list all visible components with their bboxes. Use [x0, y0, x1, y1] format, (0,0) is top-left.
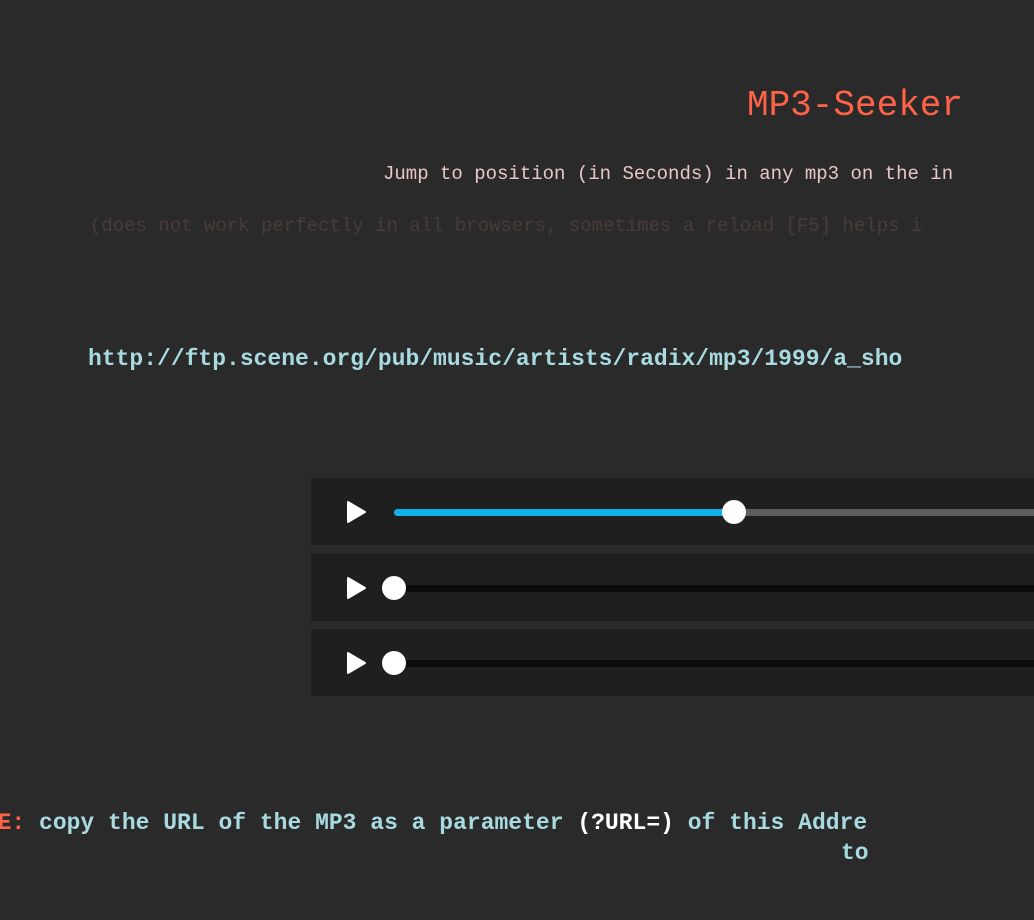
- play-button[interactable]: [344, 500, 368, 524]
- audio-player-2: [311, 554, 1034, 621]
- audio-player-3: [311, 629, 1034, 696]
- play-icon: [347, 501, 366, 523]
- play-icon: [347, 577, 366, 599]
- usage-text-before: copy the URL of the MP3 as a parameter: [25, 810, 578, 836]
- seek-handle[interactable]: [722, 500, 746, 524]
- play-icon: [347, 652, 366, 674]
- play-button[interactable]: [344, 576, 368, 600]
- audio-player-1: [311, 478, 1034, 545]
- seek-bar[interactable]: [382, 651, 1034, 675]
- usage-label: AGE:: [0, 810, 26, 836]
- seek-bar-progress: [394, 509, 734, 516]
- usage-continuation: to: [841, 840, 869, 866]
- seek-bar[interactable]: [382, 576, 1034, 600]
- seek-handle[interactable]: [382, 576, 406, 600]
- seek-bar[interactable]: [394, 500, 1034, 524]
- usage-instructions: AGE: copy the URL of the MP3 as a parame…: [0, 808, 867, 838]
- mp3-url-link[interactable]: http://ftp.scene.org/pub/music/artists/r…: [88, 344, 902, 374]
- browser-note: (does not work perfectly in all browsers…: [90, 215, 923, 237]
- usage-param: (?URL=): [577, 810, 674, 836]
- play-button[interactable]: [344, 651, 368, 675]
- page-subtitle: Jump to position (in Seconds) in any mp3…: [383, 163, 954, 185]
- seek-handle[interactable]: [382, 651, 406, 675]
- page-title: MP3-Seeker: [746, 85, 964, 126]
- usage-text-after: of this Addre: [673, 810, 868, 836]
